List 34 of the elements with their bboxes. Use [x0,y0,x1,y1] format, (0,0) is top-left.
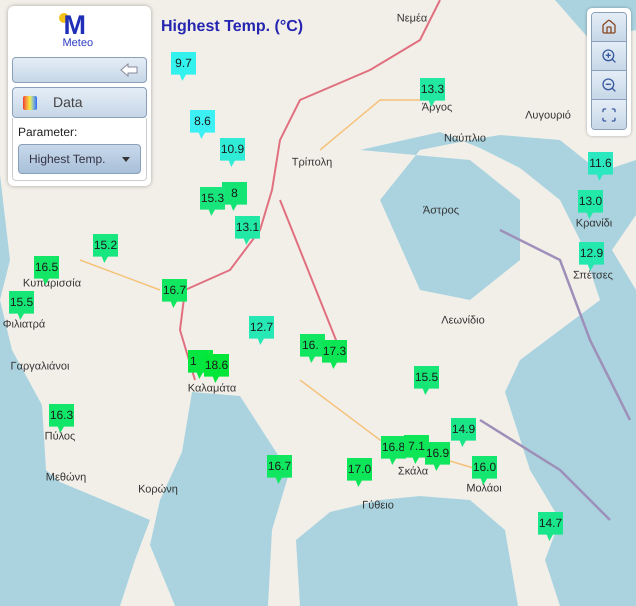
zoom-in-icon [601,48,617,64]
place-label: Μεθώνη [46,472,86,484]
place-label: Λεωνίδιο [441,316,485,326]
place-label: Νεμέα [396,14,428,24]
place-label: Σπέτσες [573,270,613,282]
caret-icon [122,156,130,162]
home-button[interactable] [592,13,626,42]
arrow-left-icon [120,63,138,77]
data-button[interactable]: Data [12,87,147,118]
parameter-select[interactable]: Highest Temp. [18,144,141,174]
place-label: Ναύπλιο [444,134,486,144]
place-label: Κρανίδι [576,218,612,230]
collapse-button[interactable] [12,57,147,83]
place-label: Κορώνη [138,484,178,496]
place-label: Καλαμάτα [188,384,236,394]
zoom-out-icon [601,77,617,93]
place-label: Γαργαλιάνοι [10,362,70,372]
place-label: Λυγουριό [525,110,571,122]
place-label: Πύλος [44,432,76,442]
parameter-label: Parameter: [18,124,78,141]
map-title: Highest Temp. (°C) [161,17,304,37]
place-label: Άστρος [422,206,460,216]
place-label: Μολάοι [466,484,502,494]
place-label: Τρίπολη [292,158,332,168]
full-extent-icon [601,106,617,122]
place-label: Φιλιατρά [2,320,46,330]
zoom-in-button[interactable] [592,42,626,71]
full-extent-button[interactable] [592,100,626,129]
place-label: Γύθειο [362,500,394,512]
logo-mark: M [64,12,86,38]
logo-name: Meteo [62,38,94,49]
zoom-out-button[interactable] [592,71,626,100]
home-icon [601,19,617,35]
color-scale-icon [23,96,37,110]
